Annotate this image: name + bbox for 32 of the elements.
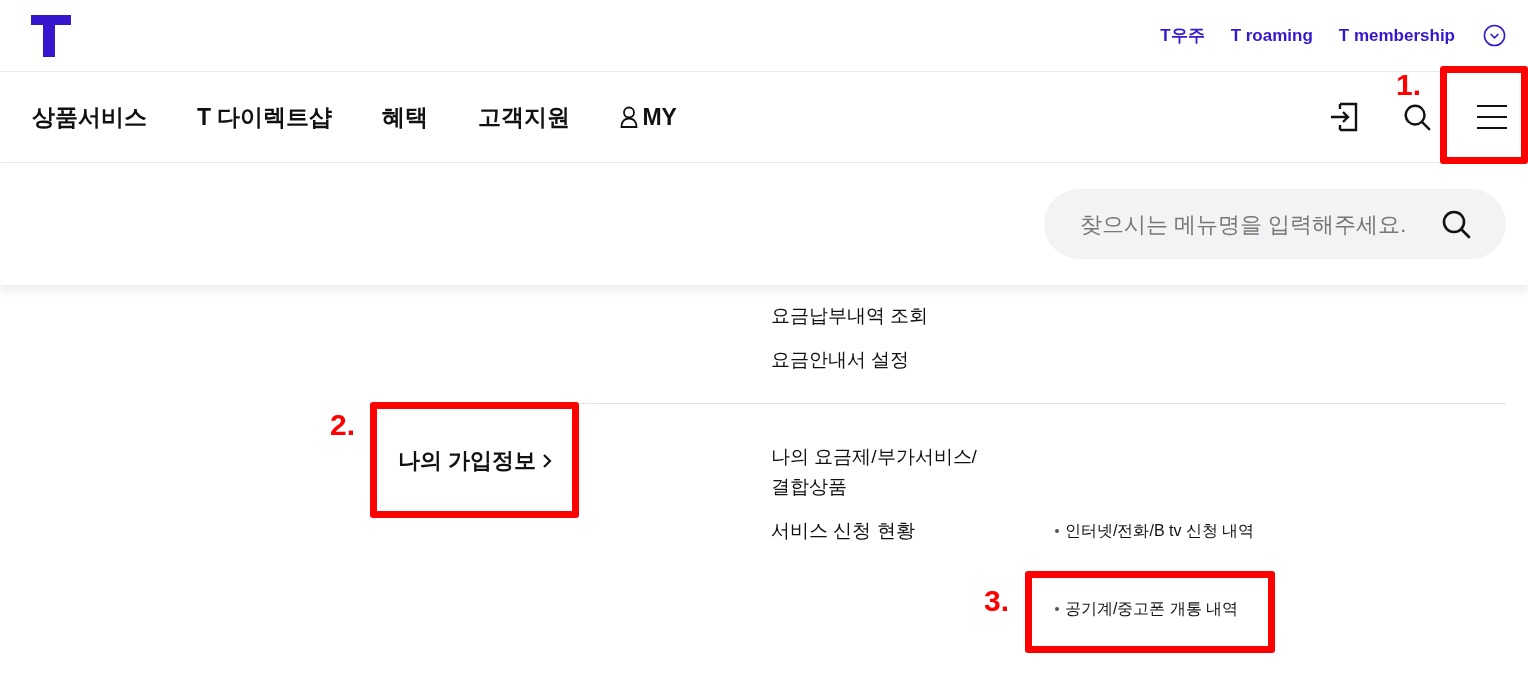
top-link[interactable]: T membership (1338, 22, 1455, 49)
menu-item[interactable]: 나의 요금제/부가서비스/결합상품 (771, 442, 1003, 502)
menu-icon[interactable] (1476, 104, 1508, 130)
top-link[interactable]: T우주 (1160, 22, 1205, 49)
menu-item[interactable]: 요금납부내역 조회 (771, 301, 1003, 331)
bullet-icon (1055, 607, 1059, 611)
annotation-number: 1. (1396, 67, 1422, 103)
chevron-down-icon[interactable] (1483, 24, 1506, 47)
top-link[interactable]: T roaming (1230, 22, 1313, 49)
section-link[interactable]: 나의 가입정보 (398, 444, 553, 477)
submenu-item[interactable]: 인터넷/전화/B tv 신청 내역 (1055, 516, 1255, 546)
nav-item[interactable]: 상품서비스 (32, 99, 147, 135)
login-icon[interactable] (1330, 102, 1358, 132)
nav-item[interactable]: T 다이렉트샵 (197, 99, 333, 135)
chevron-right-icon (542, 452, 553, 469)
logo-icon[interactable] (31, 14, 71, 57)
submenu-item[interactable]: 공기계/중고폰 개통 내역 (1055, 594, 1255, 624)
nav-item[interactable]: 혜택 (382, 99, 429, 135)
submenu-label: 공기계/중고폰 개통 내역 (1065, 599, 1239, 619)
search-bar[interactable]: 찾으시는 메뉴명을 입력해주세요. (1044, 189, 1506, 259)
annotation-number: 2. (330, 407, 356, 443)
annotation-number: 3. (984, 583, 1010, 619)
menu-item[interactable]: 요금안내서 설정 (771, 345, 1003, 375)
submenu-label: 인터넷/전화/B tv 신청 내역 (1065, 521, 1255, 541)
nav-item[interactable]: 고객지원 (478, 99, 571, 135)
bullet-icon (1055, 529, 1059, 533)
person-icon (620, 106, 639, 128)
menu-item[interactable]: 서비스 신청 현황 (771, 516, 1003, 546)
search-icon[interactable] (1440, 208, 1472, 240)
search-field[interactable]: 찾으시는 메뉴명을 입력해주세요. (1080, 207, 1420, 241)
search-icon[interactable] (1402, 102, 1432, 132)
nav-item[interactable]: MY (620, 99, 677, 135)
